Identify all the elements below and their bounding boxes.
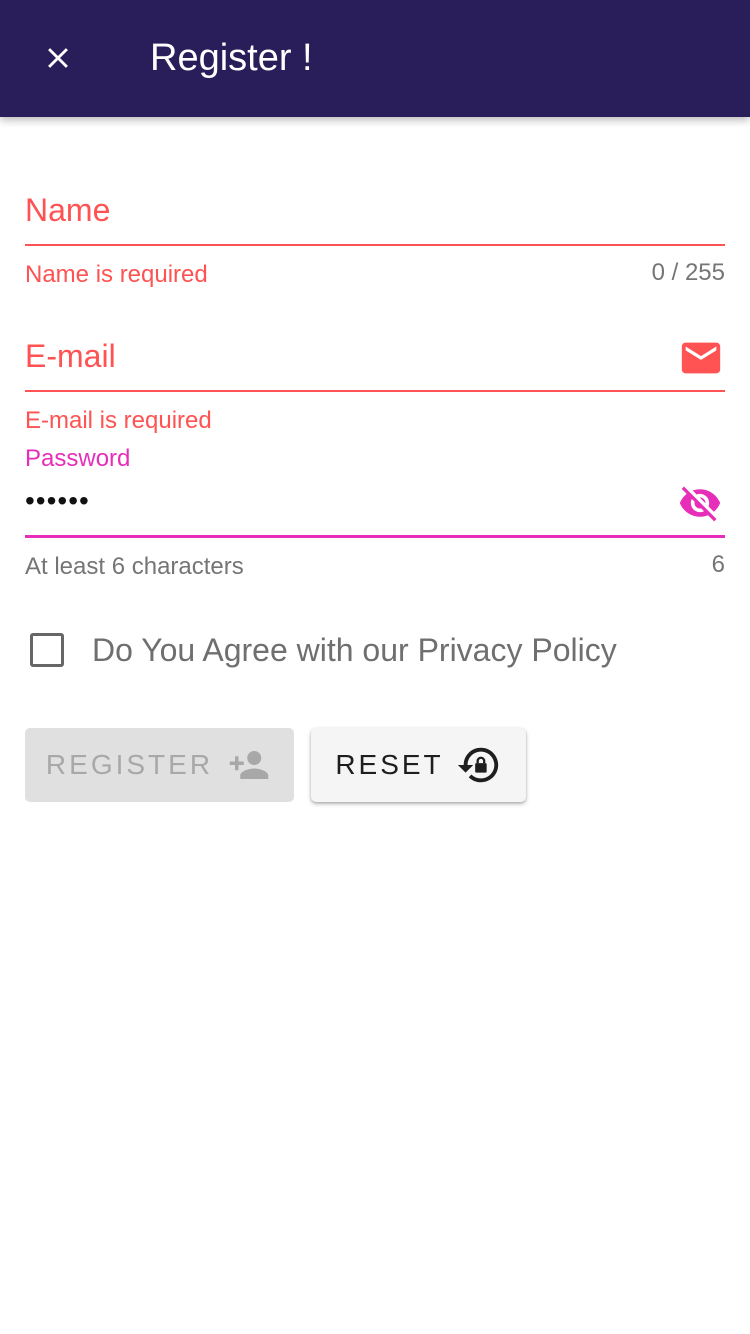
account-plus-icon [225,744,273,786]
password-input-value: •••••• [25,485,90,516]
name-field-underline [25,244,725,246]
reset-button-label: RESET [335,749,444,780]
name-field-label: Name [25,192,111,228]
password-hint: At least 6 characters [25,553,244,580]
email-field-label: E-mail [25,338,116,374]
app-toolbar: Register ! [0,0,750,117]
name-field[interactable]: Name [25,188,725,246]
password-field-label: Password [25,445,131,472]
name-char-counter: 0 / 255 [651,259,725,286]
register-page: Register ! Name Name is required 0 / 255… [0,0,750,1334]
name-error-message: Name is required [25,261,208,288]
email-field-underline [25,390,725,392]
eye-off-icon[interactable] [675,482,725,524]
privacy-policy-checkbox-row[interactable]: Do You Agree with our Privacy Policy [30,626,617,674]
close-button[interactable] [30,30,86,86]
register-button[interactable]: REGISTER [25,728,294,802]
email-icon [677,334,725,382]
register-button-label: REGISTER [45,749,214,780]
email-error-message: E-mail is required [25,407,212,434]
password-field[interactable]: Password •••••• [25,444,725,538]
lock-reset-icon [456,742,502,788]
password-char-counter: 6 [711,551,725,578]
privacy-policy-label[interactable]: Do You Agree with our Privacy Policy [92,630,617,670]
close-icon [48,48,68,68]
page-title: Register ! [150,37,313,79]
email-field[interactable]: E-mail [25,334,725,392]
password-field-underline [25,535,725,538]
reset-button[interactable]: RESET [311,728,526,802]
privacy-policy-checkbox[interactable] [30,633,64,667]
